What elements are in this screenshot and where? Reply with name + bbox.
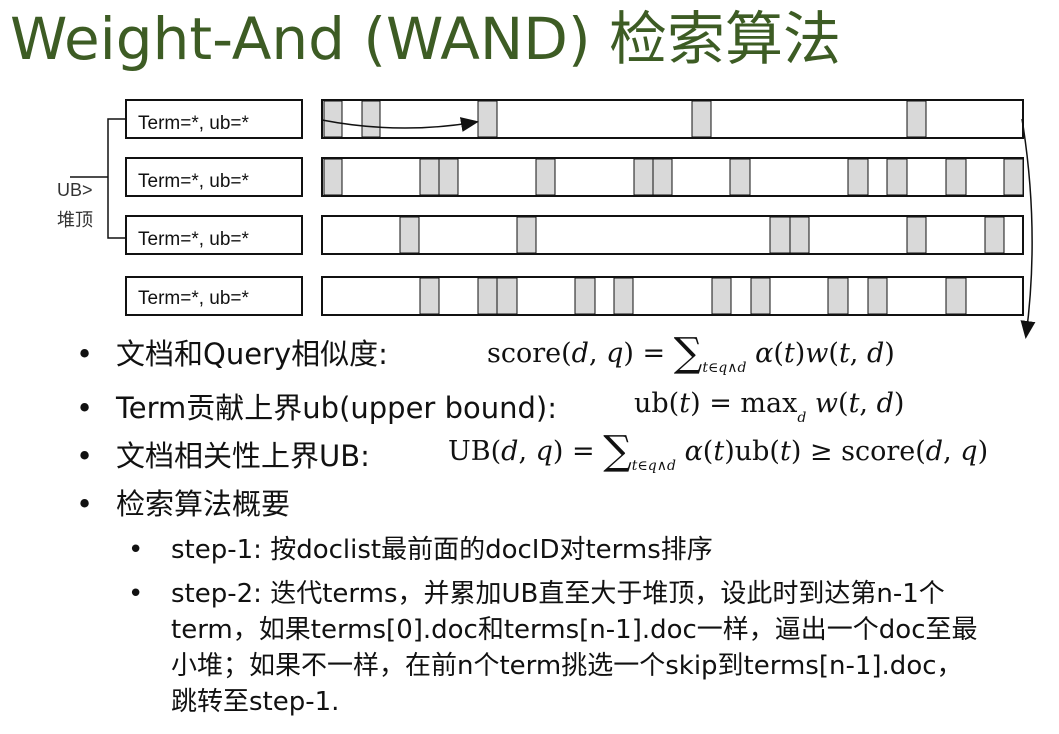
- posting-entry: [323, 158, 343, 196]
- bullet-text: 检索算法概要: [116, 487, 291, 521]
- sub-bullet-text: step-2: 迭代terms，并累加UB直至大于堆顶，设此时到达第n-1个te…: [171, 579, 978, 717]
- posting-entry: [323, 100, 343, 138]
- posting-entry: [419, 158, 440, 196]
- posting-entry: [867, 277, 888, 315]
- posting-entry: [613, 277, 634, 315]
- posting-entry: [399, 216, 420, 254]
- term-box-label: Term=*, ub=*: [138, 171, 249, 192]
- posting-entry: [789, 216, 810, 254]
- term-box-label: Term=*, ub=*: [138, 113, 249, 134]
- term-box-label: Term=*, ub=*: [138, 288, 249, 309]
- posting-entry: [769, 216, 791, 254]
- posting-entry: [574, 277, 596, 315]
- bullet-glyph: •: [128, 579, 144, 609]
- sub-bullet-step2: • step-2: 迭代terms，并累加UB直至大于堆顶，设此时到达第n-1个…: [128, 576, 988, 720]
- posting-entry: [906, 100, 927, 138]
- posting-entry: [847, 158, 869, 196]
- bullet-glyph: •: [76, 439, 94, 473]
- term-box-3: Term=*, ub=*: [125, 215, 303, 255]
- bullet-glyph: •: [76, 391, 94, 425]
- heap-label-top: 堆顶: [57, 210, 93, 230]
- posting-entry: [477, 100, 498, 138]
- posting-entry: [945, 277, 967, 315]
- posting-entry: [711, 277, 732, 315]
- bullet-text: Term贡献上界ub(upper bound):: [116, 391, 557, 425]
- term-box-1: Term=*, ub=*: [125, 99, 303, 139]
- posting-entry: [419, 277, 440, 315]
- bullet-glyph: •: [76, 487, 94, 521]
- posting-entry: [691, 100, 712, 138]
- posting-lists: [321, 99, 1024, 316]
- posting-entry: [477, 277, 498, 315]
- term-box-2: Term=*, ub=*: [125, 157, 303, 197]
- posting-entry: [438, 158, 459, 196]
- term-box-label: Term=*, ub=*: [138, 229, 249, 250]
- posting-entry: [516, 216, 537, 254]
- heap-bracket: [107, 118, 126, 239]
- wand-diagram: Term=*, ub=* Term=*, ub=* Term=*, ub=* T…: [70, 99, 1036, 339]
- posting-entry: [886, 158, 908, 196]
- formula-UB: UB(d, q) = ∑t∈q∧d α(t)ub(t) ≥ score(d, q…: [448, 428, 989, 474]
- posting-entry: [827, 277, 849, 315]
- sub-bullet-text: step-1: 按doclist最前面的docID对terms排序: [171, 535, 713, 565]
- posting-entry: [906, 216, 927, 254]
- posting-entry: [945, 158, 967, 196]
- posting-entry: [361, 100, 381, 138]
- posting-entry: [633, 158, 654, 196]
- posting-entry: [1003, 158, 1024, 196]
- bullet-text: 文档相关性上界UB:: [116, 439, 370, 473]
- posting-entry: [984, 216, 1005, 254]
- bullet-glyph: •: [76, 337, 94, 371]
- formula-ub: ub(t) = maxd w(t, d): [634, 388, 905, 426]
- posting-entry: [652, 158, 673, 196]
- term-box-4: Term=*, ub=*: [125, 276, 303, 316]
- posting-entry: [535, 158, 556, 196]
- posting-entry: [496, 277, 518, 315]
- bullet-text: 文档和Query相似度:: [116, 337, 388, 371]
- posting-entry: [750, 277, 771, 315]
- formula-score: score(d, q) = ∑t∈q∧d α(t)w(t, d): [487, 330, 895, 376]
- posting-entry: [729, 158, 751, 196]
- heap-label-ub: UB>: [57, 180, 93, 200]
- bullet-glyph: •: [128, 535, 144, 565]
- sub-bullet-step1: • step-1: 按doclist最前面的docID对terms排序: [128, 532, 988, 568]
